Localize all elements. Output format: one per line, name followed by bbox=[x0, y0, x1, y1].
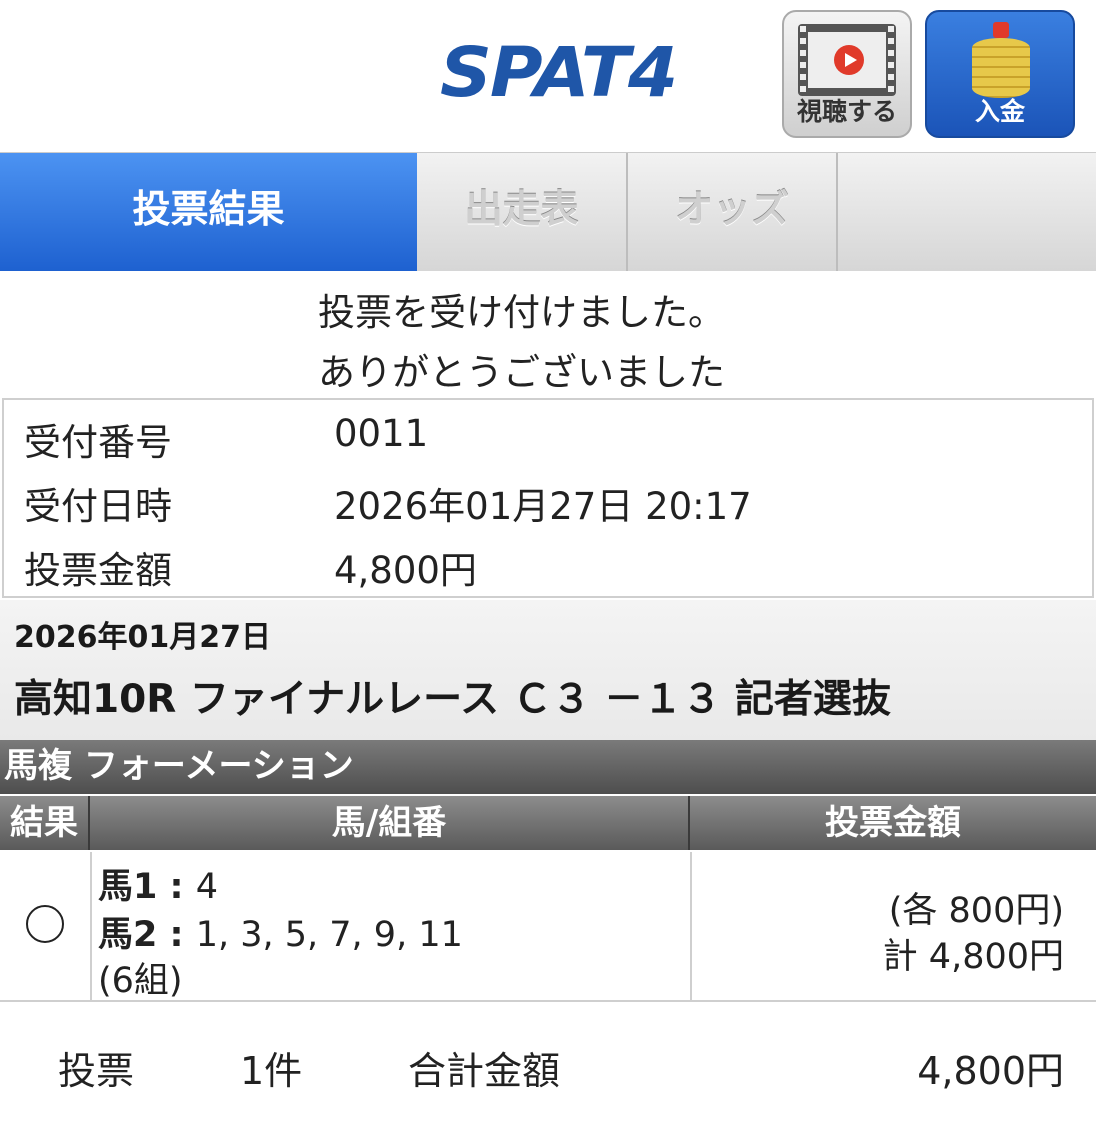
horse1-line: 馬1 : 4 bbox=[98, 867, 219, 907]
tab-race-card[interactable]: 出走表 bbox=[417, 153, 628, 271]
result-circle-mark bbox=[26, 905, 64, 943]
horse2-label: 馬2 bbox=[98, 915, 158, 955]
race-name: 高知10R ファイナルレース Ｃ３ －１３ 記者選抜 bbox=[14, 677, 891, 722]
amount-total: 計 4,800円 bbox=[882, 937, 1064, 977]
table-row: 馬1 : 4 馬2 : 1, 3, 5, 7, 9, 11 (6組) (各 80… bbox=[0, 852, 1096, 1002]
column-horse-combo: 馬/組番 bbox=[90, 796, 690, 850]
receipt-value: 4,800円 bbox=[334, 549, 477, 592]
tab-bar: 投票結果 出走表 オッズ bbox=[0, 152, 1096, 271]
deposit-button-label: 入金 bbox=[974, 97, 1025, 126]
horse2-value: 1, 3, 5, 7, 9, 11 bbox=[195, 915, 463, 955]
horse1-label: 馬1 bbox=[98, 867, 158, 907]
spat4-logo: SPAT4 bbox=[440, 32, 678, 112]
receipt-label: 受付日時 bbox=[24, 485, 172, 528]
column-bet-amount: 投票金額 bbox=[825, 803, 961, 843]
footer-count-label: 投票 bbox=[58, 1049, 135, 1093]
coins-icon bbox=[972, 38, 1030, 98]
app-header: SPAT4 視聴する 入金 bbox=[0, 0, 1096, 152]
column-result: 結果 bbox=[0, 796, 90, 850]
horse2-line: 馬2 : 1, 3, 5, 7, 9, 11 bbox=[98, 915, 463, 955]
confirmation-message-line1: 投票を受け付けました。 bbox=[318, 291, 725, 334]
receipt-label: 投票金額 bbox=[24, 549, 172, 592]
receipt-value: 0011 bbox=[334, 412, 429, 455]
horse1-value: 4 bbox=[195, 867, 219, 907]
receipt-label: 受付番号 bbox=[24, 421, 172, 464]
tab-odds[interactable]: オッズ bbox=[628, 153, 838, 271]
bet-type-header: 馬複 フォーメーション bbox=[0, 740, 1096, 794]
watch-button-label: 視聴する bbox=[796, 97, 897, 126]
confirmation-message-line2: ありがとうございました bbox=[318, 351, 725, 394]
race-date: 2026年01月27日 bbox=[14, 620, 271, 655]
footer-total-value: 4,800円 bbox=[917, 1049, 1064, 1093]
down-arrow-icon bbox=[993, 22, 1009, 38]
video-play-icon bbox=[798, 24, 896, 96]
combo-count: (6組) bbox=[98, 961, 183, 1001]
footer-count-value: 1件 bbox=[240, 1049, 303, 1093]
amount-each: (各 800円) bbox=[888, 891, 1064, 931]
tab-vote-result[interactable]: 投票結果 bbox=[0, 153, 417, 271]
receipt-value: 2026年01月27日 20:17 bbox=[334, 485, 752, 528]
watch-button[interactable]: 視聴する bbox=[782, 10, 912, 138]
footer-total-label: 合計金額 bbox=[408, 1049, 561, 1093]
deposit-button[interactable]: 入金 bbox=[925, 10, 1075, 138]
receipt-info: 受付番号 0011 受付日時 2026年01月27日 20:17 投票金額 4,… bbox=[2, 398, 1094, 598]
bet-table-header: 結果 馬/組番 投票金額 bbox=[0, 796, 1096, 850]
